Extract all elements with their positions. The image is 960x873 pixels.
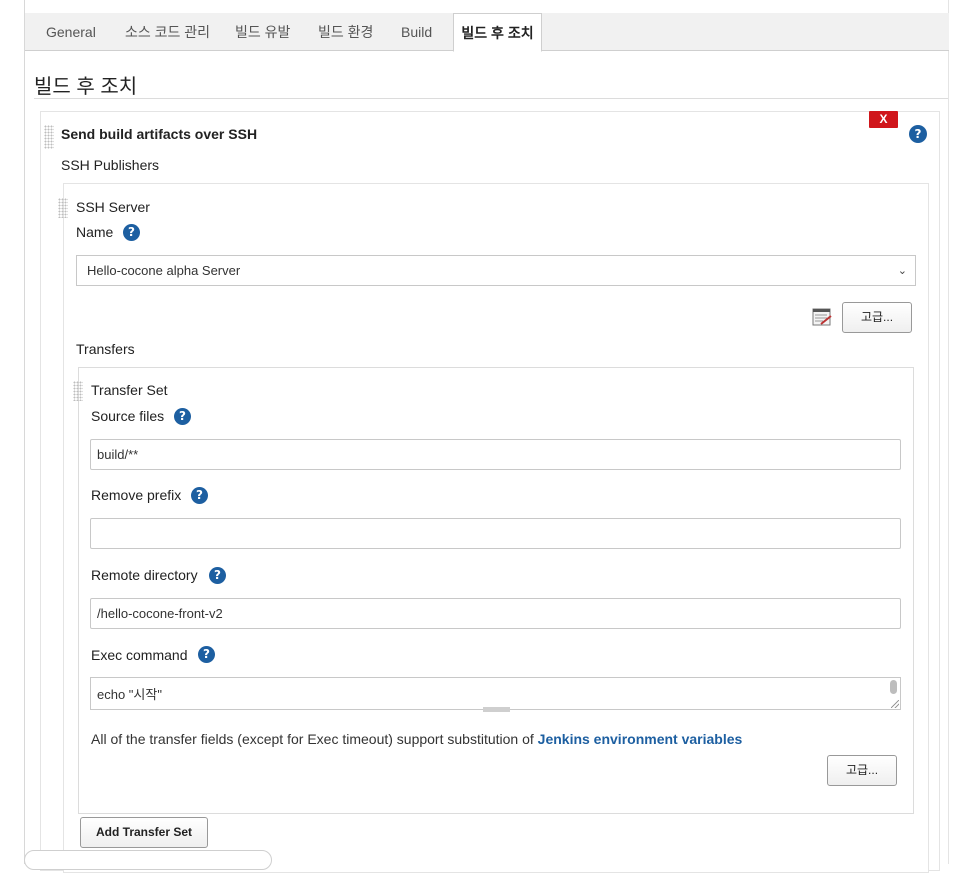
server-advanced-button[interactable]: 고급...	[842, 302, 912, 333]
bottom-bar-fragment	[24, 850, 272, 870]
server-name-selected-value: Hello-cocone alpha Server	[87, 263, 241, 278]
ssh-publishers-label: SSH Publishers	[61, 157, 160, 173]
exec-command-help-icon[interactable]: ?	[198, 646, 215, 663]
chevron-down-icon: ⌄	[897, 265, 907, 277]
transfer-advanced-button[interactable]: 고급...	[827, 755, 897, 786]
tab-post-build-actions[interactable]: 빌드 후 조치	[453, 13, 542, 52]
source-files-input[interactable]	[90, 439, 901, 470]
remove-prefix-input[interactable]	[90, 518, 901, 549]
tab-build-triggers[interactable]: 빌드 유발	[235, 13, 290, 51]
section-divider	[34, 98, 948, 99]
delete-publisher-button[interactable]: X	[869, 111, 898, 128]
textarea-scrollbar[interactable]	[890, 680, 897, 694]
section-title: 빌드 후 조치	[34, 76, 138, 98]
tab-build-environment[interactable]: 빌드 환경	[318, 13, 373, 51]
source-files-help-icon[interactable]: ?	[174, 408, 191, 425]
page-left-border	[24, 0, 25, 864]
server-drag-handle[interactable]	[58, 198, 68, 218]
tab-build[interactable]: Build	[401, 13, 432, 51]
remote-directory-help-icon[interactable]: ?	[209, 567, 226, 584]
note-text: All of the transfer fields (except for E…	[91, 731, 538, 747]
ssh-server-title: SSH Server	[76, 199, 150, 215]
publisher-help-icon[interactable]: ?	[909, 125, 927, 143]
publisher-drag-handle[interactable]	[44, 125, 54, 149]
textarea-expand-grip[interactable]	[483, 707, 510, 712]
server-name-help-icon[interactable]: ?	[123, 224, 140, 241]
exec-command-textarea[interactable]: echo "시작"	[90, 677, 901, 712]
transfer-set-title: Transfer Set	[91, 382, 168, 398]
add-transfer-set-button[interactable]: Add Transfer Set	[80, 817, 208, 848]
remove-prefix-label: Remove prefix	[91, 487, 182, 503]
tab-general[interactable]: General	[46, 13, 96, 51]
remote-directory-label: Remote directory	[91, 567, 198, 583]
notepad-icon[interactable]	[811, 306, 833, 328]
config-tab-bar: General 소스 코드 관리 빌드 유발 빌드 환경 Build 빌드 후 …	[25, 13, 949, 52]
transfer-fields-note: All of the transfer fields (except for E…	[91, 731, 742, 747]
textarea-resize-handle[interactable]	[891, 700, 899, 708]
remove-prefix-help-icon[interactable]: ?	[191, 487, 208, 504]
jenkins-env-vars-link[interactable]: Jenkins environment variables	[538, 731, 743, 747]
exec-command-label: Exec command	[91, 647, 188, 663]
tab-source-code-management[interactable]: 소스 코드 관리	[125, 13, 210, 51]
transfer-set-drag-handle[interactable]	[73, 381, 83, 401]
exec-command-value: echo "시작"	[97, 687, 162, 702]
server-name-select[interactable]: Hello-cocone alpha Server ⌄	[76, 255, 916, 286]
server-name-label: Name	[76, 224, 114, 240]
page-right-border	[948, 0, 949, 864]
publisher-title: Send build artifacts over SSH	[61, 126, 258, 142]
transfers-label: Transfers	[76, 341, 135, 357]
source-files-label: Source files	[91, 408, 165, 424]
remote-directory-input[interactable]	[90, 598, 901, 629]
